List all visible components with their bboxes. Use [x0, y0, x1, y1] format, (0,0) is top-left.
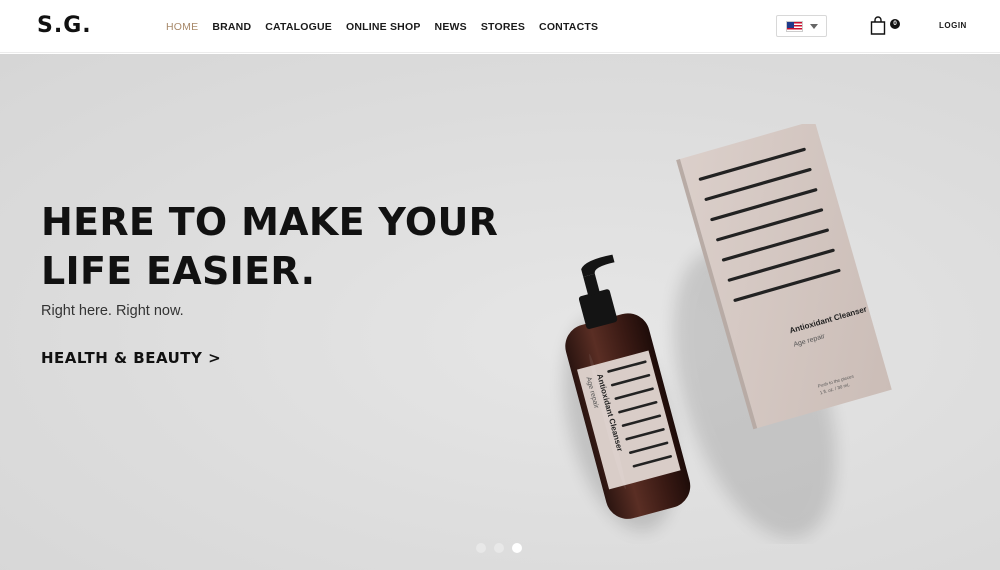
slider-dots	[476, 543, 522, 553]
main-nav: HOME BRAND CATALOGUE ONLINE SHOP NEWS ST…	[166, 21, 598, 33]
us-flag-icon	[786, 21, 803, 32]
nav-news[interactable]: NEWS	[435, 21, 467, 33]
login-link[interactable]: LOGIN	[939, 21, 967, 30]
site-logo[interactable]: S.G.	[37, 13, 92, 38]
hero-title: HERE TO MAKE YOUR LIFE EASIER.	[41, 200, 499, 293]
hero-banner: HERE TO MAKE YOUR LIFE EASIER. Right her…	[0, 54, 1000, 570]
health-beauty-link[interactable]: HEALTH & BEAUTY >	[41, 349, 221, 367]
language-selector[interactable]	[776, 15, 827, 37]
shopping-bag-icon[interactable]	[870, 16, 886, 35]
product-image: Antioxidant Cleanser Age repair Push to …	[563, 124, 892, 539]
nav-contacts[interactable]: CONTACTS	[539, 21, 598, 33]
site-header: S.G. HOME BRAND CATALOGUE ONLINE SHOP NE…	[0, 0, 1000, 53]
chevron-down-icon	[810, 24, 818, 29]
nav-stores[interactable]: STORES	[481, 21, 525, 33]
nav-catalogue[interactable]: CATALOGUE	[265, 21, 332, 33]
nav-home[interactable]: HOME	[166, 21, 198, 33]
slider-dot-1[interactable]	[476, 543, 486, 553]
cart-count-badge: 0	[890, 19, 900, 29]
slider-dot-2[interactable]	[494, 543, 504, 553]
hero-subtitle: Right here. Right now.	[41, 303, 184, 319]
nav-online-shop[interactable]: ONLINE SHOP	[346, 21, 421, 33]
slider-dot-3[interactable]	[512, 543, 522, 553]
nav-brand[interactable]: BRAND	[212, 21, 251, 33]
